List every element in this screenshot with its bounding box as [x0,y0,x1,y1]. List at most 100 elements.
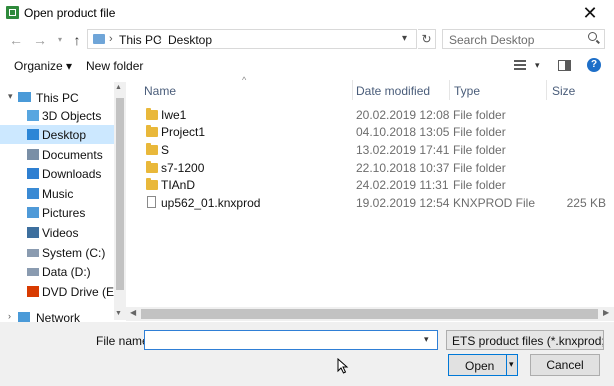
column-divider[interactable] [449,80,450,100]
forward-button[interactable]: → [30,31,50,49]
nav-item-this-pc[interactable]: ▾ This PC [0,88,114,107]
file-type: File folder [453,143,506,157]
nav-item-label: Downloads [42,167,102,181]
pc-icon [18,92,31,102]
breadcrumb-separator: › [158,33,162,45]
desktop-icon [27,129,39,140]
cancel-button[interactable]: Cancel [530,354,600,376]
open-button[interactable]: Open ▾ [448,354,518,376]
file-row[interactable]: TIAnD 24.02.2019 11:31 File folder [140,176,606,194]
file-type: File folder [453,161,506,175]
drive-icon [27,268,39,276]
file-type: File folder [453,108,506,122]
nav-item-label: Videos [42,226,79,240]
file-type: KNXPROD File [453,196,536,210]
mouse-cursor-icon [337,358,349,374]
column-header-date[interactable]: Date modified [356,84,430,98]
sort-indicator-icon: ^ [242,75,247,85]
nav-item-label: Music [42,187,74,201]
file-row[interactable]: s7-1200 22.10.2018 10:37 File folder [140,159,606,177]
navigation-pane: ▾ This PC 3D Objects Desktop Documents D… [0,82,126,322]
file-row[interactable]: S 13.02.2019 17:41 File folder [140,141,606,159]
nav-item-label: Data (D:) [42,265,91,279]
scroll-left-icon[interactable]: ◀ [130,308,136,317]
chevron-down-icon[interactable]: ▾ [402,33,407,44]
column-header-size[interactable]: Size [552,84,575,98]
file-name: TIAnD [161,178,196,192]
chevron-down-icon[interactable]: ▾ [8,91,13,102]
file-date: 24.02.2019 11:31 [356,178,449,192]
nav-item-label: System (C:) [42,246,106,260]
pictures-icon [27,207,39,218]
chevron-down-icon[interactable]: ▾ [509,359,514,370]
office-icon [27,286,39,297]
column-header-type[interactable]: Type [454,84,480,98]
breadcrumb-separator: › [109,33,113,45]
file-date: 20.02.2019 12:08 [356,108,450,122]
column-divider[interactable] [352,80,353,100]
file-date: 22.10.2018 10:37 [356,161,450,175]
file-name: Project1 [161,125,206,139]
nav-item-data-d[interactable]: Data (D:) [0,262,114,281]
up-button[interactable]: ↑ [67,31,87,49]
nav-item-documents[interactable]: Documents [0,145,114,164]
nav-item-system-c[interactable]: System (C:) [0,243,114,262]
file-name: s7-1200 [161,161,205,175]
nav-scrollbar-thumb[interactable] [116,98,124,290]
column-divider[interactable] [546,80,547,100]
scroll-right-icon[interactable]: ▶ [603,308,609,317]
help-icon[interactable]: ? [587,58,601,72]
folder-icon [146,108,158,120]
breadcrumb-desktop[interactable]: Desktop [168,33,212,47]
window-title: Open product file [24,6,116,20]
back-button[interactable]: ← [6,31,26,49]
view-options-icon[interactable] [514,60,526,71]
nav-item-3d-objects[interactable]: 3D Objects [0,106,114,125]
search-input[interactable]: Search Desktop [442,29,605,49]
scroll-up-icon[interactable]: ▲ [115,84,122,91]
file-type-filter[interactable]: ETS product files (*.knxprod;*.vc [446,330,604,350]
file-row[interactable]: up562_01.knxprod 19.02.2019 12:54 KNXPRO… [140,194,606,212]
folder-icon [93,34,105,44]
breadcrumb-this-pc[interactable]: This PC [119,33,162,47]
file-date: 13.02.2019 17:41 [356,143,450,157]
folder-icon [146,178,158,190]
horizontal-scrollbar-thumb[interactable] [141,309,598,319]
file-type: File folder [453,178,506,192]
scroll-down-icon[interactable]: ▼ [115,310,122,317]
chevron-down-icon[interactable]: ▾ [535,60,540,71]
file-row[interactable]: Project1 04.10.2018 13:05 File folder [140,123,606,141]
nav-item-label: Desktop [42,128,87,142]
folder-icon [146,161,158,173]
address-bar[interactable]: › This PC › Desktop ▾ [87,29,417,49]
file-size: 225 KB [566,196,606,210]
drive-icon [27,249,39,257]
file-date: 19.02.2019 12:54 [356,196,450,210]
nav-item-pictures[interactable]: Pictures [0,203,114,222]
music-icon [27,188,39,199]
file-row[interactable]: Iwe1 20.02.2019 12:08 File folder [140,106,606,124]
organize-menu[interactable]: Organize ▾ [14,59,72,73]
preview-pane-icon[interactable] [558,60,571,71]
open-button-label: Open [465,359,495,373]
file-icon [147,196,156,208]
nav-item-music[interactable]: Music [0,184,114,203]
nav-item-network[interactable]: › Network [0,308,114,322]
nav-item-desktop[interactable]: Desktop [0,125,114,144]
file-name-input[interactable] [144,330,438,350]
nav-item-downloads[interactable]: Downloads [0,164,114,183]
app-icon [6,6,19,19]
nav-item-dvd-drive[interactable]: DVD Drive (E:) 1 [0,282,126,301]
column-header-name[interactable]: Name [144,84,176,98]
chevron-right-icon[interactable]: › [8,311,11,321]
nav-item-label: Pictures [42,206,86,220]
file-name: Iwe1 [161,108,187,122]
new-folder-button[interactable]: New folder [86,59,143,73]
folder-icon [146,125,158,137]
nav-item-videos[interactable]: Videos [0,223,114,242]
cube-icon [27,110,39,121]
close-button[interactable]: ✕ [566,0,614,26]
chevron-down-icon[interactable]: ▾ [424,334,429,345]
nav-item-label: 3D Objects [42,109,102,123]
refresh-button[interactable]: ↻ [418,29,436,49]
